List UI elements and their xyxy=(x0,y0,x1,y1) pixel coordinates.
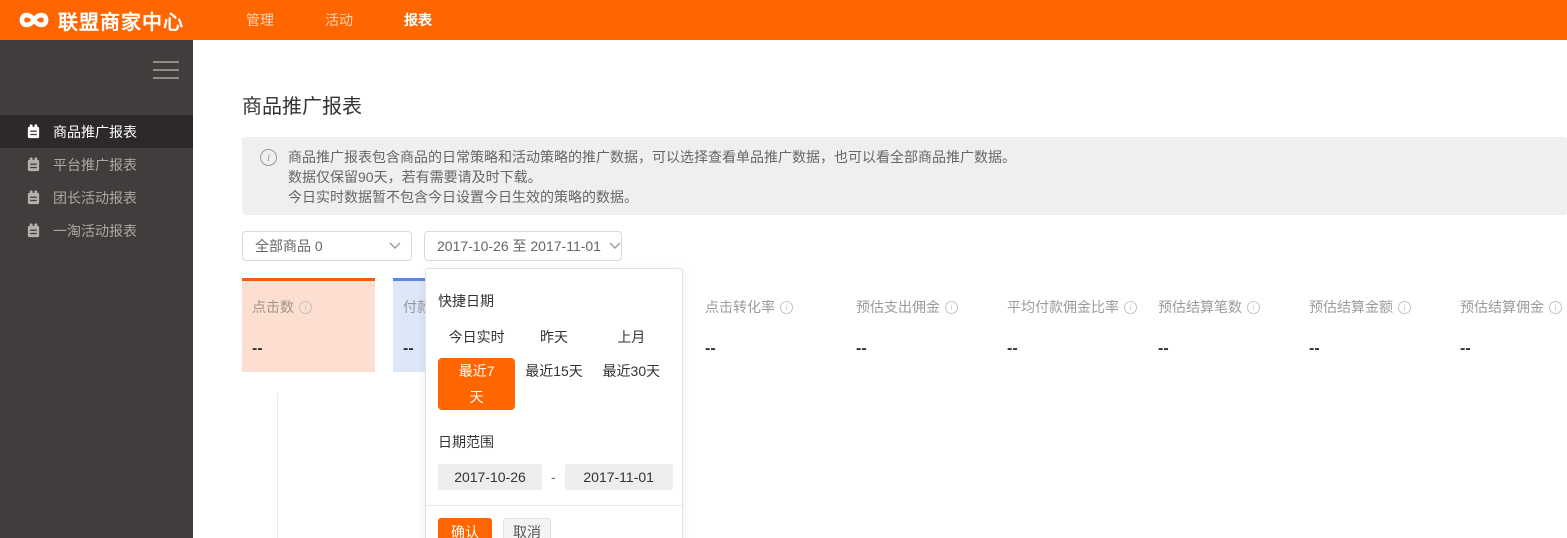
sidebar-item-label: 团长活动报表 xyxy=(53,189,137,206)
sidebar-item-label: 平台推广报表 xyxy=(53,156,137,173)
start-date-input[interactable] xyxy=(438,464,542,490)
stat-card-value: -- xyxy=(1158,340,1169,357)
stat-card-value: -- xyxy=(856,340,867,357)
brand-title: 联盟商家中心 xyxy=(58,11,184,34)
sidebar: 商品推广报表 平台推广报表 团长活动报表 一淘活动报表 xyxy=(0,40,193,538)
stat-card-est-settle-commission[interactable]: 预估结算佣金 i -- xyxy=(1450,278,1567,372)
quick-dates-row-2: 最近7天 最近15天 最近30天 xyxy=(438,358,670,410)
sidebar-item-label: 商品推广报表 xyxy=(53,123,137,140)
alimama-logo-icon xyxy=(19,12,49,28)
info-icon[interactable]: i xyxy=(780,300,793,314)
stat-card-value: -- xyxy=(1460,340,1471,357)
stat-card-label: 点击数 i xyxy=(252,297,365,317)
info-icon[interactable]: i xyxy=(299,300,312,314)
stat-card-label: 预估结算佣金 i xyxy=(1460,297,1567,317)
stat-card-avg-commission-rate[interactable]: 平均付款佣金比率 i -- xyxy=(997,278,1137,372)
chevron-down-icon xyxy=(609,242,621,249)
nav-report[interactable]: 报表 xyxy=(404,0,432,40)
report-icon xyxy=(27,190,40,205)
quick-option-last-month[interactable]: 上月 xyxy=(611,324,651,350)
stat-card-value: -- xyxy=(705,340,716,357)
cancel-button[interactable]: 取消 xyxy=(503,518,551,538)
app-window: 联盟商家中心 管理 活动 报表 商品推广报表 平台推广报表 团长活动报表 一淘活… xyxy=(0,0,1567,538)
sidebar-item-product-report[interactable]: 商品推广报表 xyxy=(0,115,193,148)
top-nav: 管理 活动 报表 xyxy=(246,0,483,40)
quick-option-yesterday[interactable]: 昨天 xyxy=(534,324,574,350)
nav-manage[interactable]: 管理 xyxy=(246,0,274,40)
date-range-inputs: - xyxy=(438,464,673,490)
sidebar-item-leader-activity-report[interactable]: 团长活动报表 xyxy=(0,181,193,214)
stat-card-label: 点击转化率 i xyxy=(705,297,818,317)
stat-card-value: -- xyxy=(1309,340,1320,357)
sidebar-item-etao-activity-report[interactable]: 一淘活动报表 xyxy=(0,214,193,247)
brand-logo[interactable]: 联盟商家中心 xyxy=(18,6,184,35)
quick-option-today-realtime[interactable]: 今日实时 xyxy=(443,324,511,350)
stat-card-value: -- xyxy=(252,340,263,357)
stat-card-label: 预估结算笔数 i xyxy=(1158,297,1271,317)
stat-card-est-settle-count[interactable]: 预估结算笔数 i -- xyxy=(1148,278,1281,372)
quick-option-last-15-days[interactable]: 最近15天 xyxy=(519,358,589,384)
date-range-select-value: 2017-10-26 至 2017-11-01 xyxy=(437,238,601,254)
notice-box: i 商品推广报表包含商品的日常策略和活动策略的推广数据，可以选择查看单品推广数据… xyxy=(242,137,1567,215)
stat-card-est-commission-spend[interactable]: 预估支出佣金 i -- xyxy=(846,278,979,372)
end-date-input[interactable] xyxy=(564,464,673,490)
stat-card-clicks[interactable]: 点击数 i -- xyxy=(242,278,375,372)
quick-option-last-30-days[interactable]: 最近30天 xyxy=(597,358,667,384)
date-range-label: 日期范围 xyxy=(438,434,494,450)
notice-line: 今日实时数据暂不包含今日设置今日生效的策略的数据。 xyxy=(288,189,638,205)
info-icon[interactable]: i xyxy=(945,300,958,314)
confirm-button[interactable]: 确认 xyxy=(438,518,492,538)
report-icon xyxy=(27,124,40,139)
info-icon[interactable]: i xyxy=(1398,300,1411,314)
report-icon xyxy=(27,223,40,238)
sidebar-item-label: 一淘活动报表 xyxy=(53,222,137,239)
popup-footer: 确认 取消 xyxy=(438,506,670,538)
date-range-select[interactable]: 2017-10-26 至 2017-11-01 xyxy=(424,231,622,261)
stat-card-value: -- xyxy=(1007,340,1018,357)
notice-line: 商品推广报表包含商品的日常策略和活动策略的推广数据，可以选择查看单品推广数据，也… xyxy=(288,149,1016,165)
chevron-down-icon xyxy=(389,242,401,249)
sidebar-menu: 商品推广报表 平台推广报表 团长活动报表 一淘活动报表 xyxy=(0,115,193,247)
quick-dates-label: 快捷日期 xyxy=(438,293,494,309)
notice-line: 数据仅保留90天，若有需要请及时下载。 xyxy=(288,169,542,185)
product-select[interactable]: 全部商品 0 xyxy=(242,231,412,261)
top-header: 联盟商家中心 管理 活动 报表 xyxy=(0,0,1567,40)
stat-card-click-conversion[interactable]: 点击转化率 i -- xyxy=(695,278,828,372)
quick-dates-row-1: 今日实时 昨天 上月 xyxy=(438,324,670,350)
product-select-value: 全部商品 0 xyxy=(255,238,323,254)
chart-axis-line xyxy=(277,393,278,538)
date-range-separator: - xyxy=(551,469,556,485)
stat-card-label: 平均付款佣金比率 i xyxy=(1007,297,1137,317)
sidebar-item-platform-report[interactable]: 平台推广报表 xyxy=(0,148,193,181)
info-icon: i xyxy=(260,149,277,166)
nav-activity[interactable]: 活动 xyxy=(325,0,353,40)
date-picker-popup: 快捷日期 今日实时 昨天 上月 最近7天 最近15天 最近30天 日期范围 - … xyxy=(425,268,683,538)
stat-card-label: 预估支出佣金 i xyxy=(856,297,969,317)
report-icon xyxy=(27,157,40,172)
info-icon[interactable]: i xyxy=(1124,300,1137,314)
stat-card-label: 预估结算金额 i xyxy=(1309,297,1422,317)
stat-card-est-settle-amount[interactable]: 预估结算金额 i -- xyxy=(1299,278,1432,372)
info-icon[interactable]: i xyxy=(1549,300,1562,314)
sidebar-collapse-icon[interactable] xyxy=(153,61,179,79)
page-title: 商品推广报表 xyxy=(242,96,362,118)
quick-option-last-7-days[interactable]: 最近7天 xyxy=(438,358,516,410)
info-icon[interactable]: i xyxy=(1247,300,1260,314)
